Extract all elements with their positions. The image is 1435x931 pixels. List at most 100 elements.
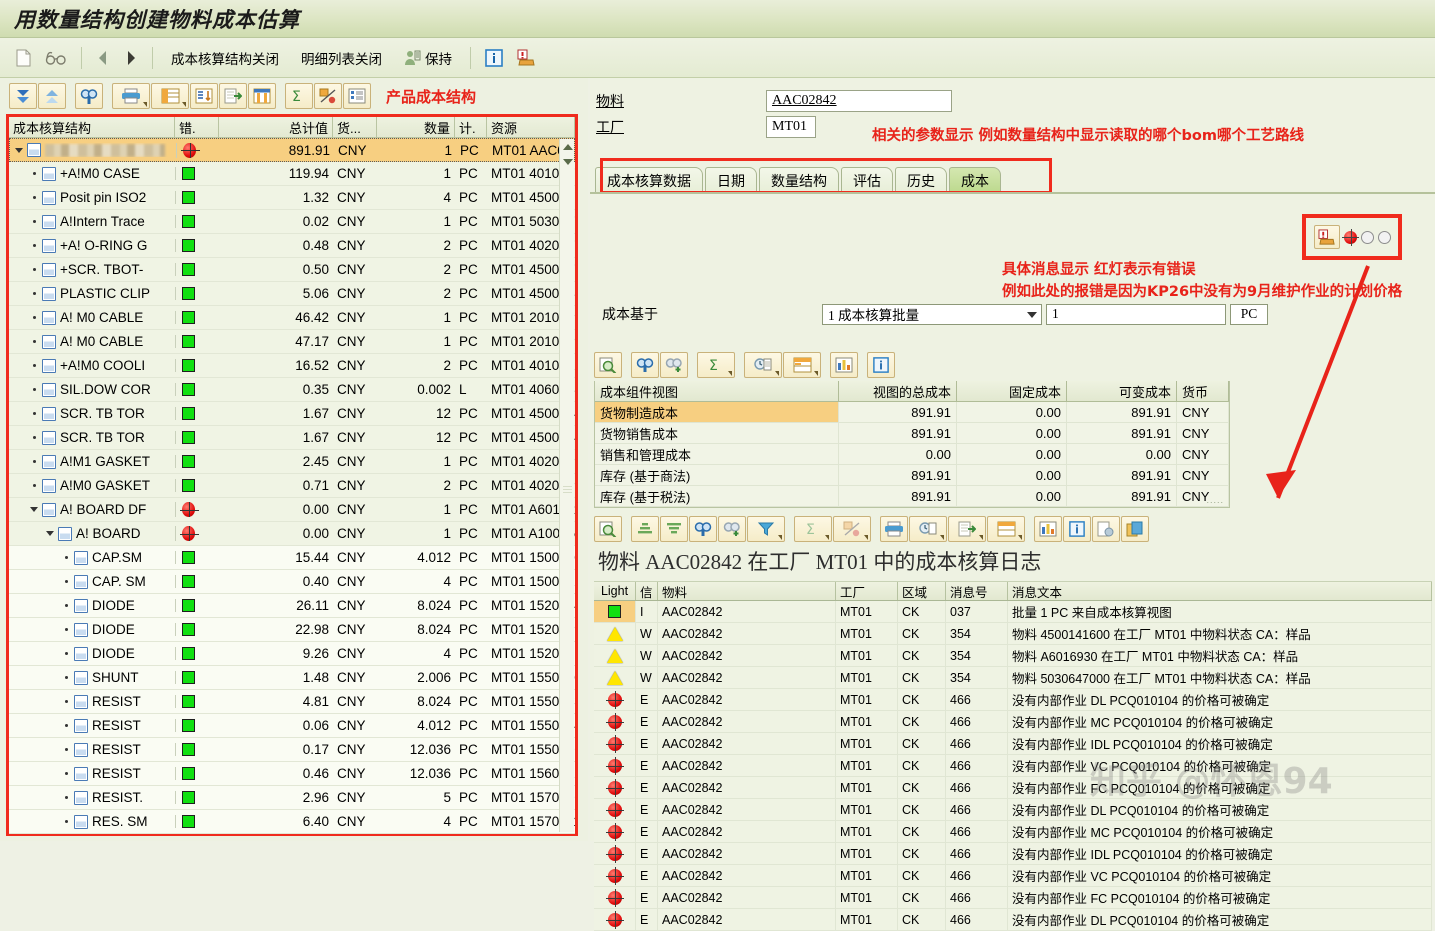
tree-node-label-cell[interactable]: RES. SM <box>9 814 175 829</box>
forward-button[interactable] <box>118 43 144 73</box>
tree-node-label-cell[interactable]: RESIST <box>9 718 175 733</box>
table-row[interactable]: E AAC02842 MT01 CK 466 没有内部作业 FC PCQ010104 的价… <box>594 887 1432 909</box>
subtotal-button[interactable] <box>744 352 782 378</box>
log-button[interactable] <box>511 43 542 73</box>
expand-collapse-icon[interactable] <box>14 145 25 156</box>
table-row[interactable]: PLASTIC CLIP5.06CNY2PCMT01 4500138400 <box>9 282 575 306</box>
table-row[interactable]: E AAC02842 MT01 CK 466 没有内部作业 DL PCQ010104 的价… <box>594 689 1432 711</box>
material-input[interactable]: AAC02842 <box>766 90 952 112</box>
layout-button[interactable] <box>987 516 1025 542</box>
column-header-quantity[interactable]: 数量 <box>377 117 455 137</box>
table-row[interactable]: CAP.SM15.44CNY4.012PCMT01 1500040400 <box>9 546 575 570</box>
tree-node-label-cell[interactable]: RESIST <box>9 694 175 709</box>
display-change-button[interactable] <box>39 43 73 73</box>
traffic-light-green[interactable] <box>1378 230 1391 244</box>
print-button[interactable] <box>112 83 150 109</box>
resize-grip[interactable]: ..... <box>1206 495 1224 505</box>
column-header-plant[interactable]: 工厂 <box>836 582 898 600</box>
column-config-button[interactable] <box>248 83 276 109</box>
column-header-structure[interactable]: 成本核算结构 <box>9 117 175 137</box>
column-header-total[interactable]: 总计值 <box>219 117 333 137</box>
table-row[interactable]: DIODE22.98CNY8.024PCMT01 1520019800 <box>9 618 575 642</box>
table-row[interactable]: 货物制造成本 891.91 0.00 891.91 CNY <box>595 402 1229 423</box>
tree-rows[interactable]: 891.91CNY1PCMT01 AAC02842+A!M0 CASE119.9… <box>9 138 575 838</box>
column-header-material[interactable]: 物料 <box>658 582 836 600</box>
column-header-currency[interactable]: 货币 <box>1177 381 1229 401</box>
tree-node-label-cell[interactable]: A!Intern Trace <box>9 214 175 229</box>
table-row[interactable]: 库存 (基于税法) 891.91 0.00 891.91 CNY <box>595 486 1229 507</box>
traffic-light-red[interactable] <box>1342 228 1359 246</box>
layout-button[interactable] <box>783 352 821 378</box>
table-row[interactable]: I AAC02842 MT01 CK 037 批量 1 PC 来自成本核算视图 <box>594 601 1432 623</box>
scroll-down-button[interactable] <box>560 154 575 169</box>
table-row[interactable]: A! M0 CABLE47.17CNY1PCMT01 2010319300 <box>9 330 575 354</box>
plant-input[interactable]: MT01 <box>766 116 816 138</box>
hold-button[interactable]: 保持 <box>394 43 462 73</box>
table-row[interactable]: A!M0 GASKET0.71CNY2PCMT01 4020159101 <box>9 474 575 498</box>
component-grid-rows[interactable]: 货物制造成本 891.91 0.00 891.91 CNY 货物销售成本 891.91 0.0… <box>595 402 1229 507</box>
table-row[interactable]: DIODE9.26CNY4PCMT01 1520021200 <box>9 642 575 666</box>
find-button[interactable] <box>689 516 717 542</box>
tree-node-label-cell[interactable]: +A!M0 CASE <box>9 166 175 181</box>
tree-node-label-cell[interactable]: RESIST. <box>9 790 175 805</box>
table-row[interactable]: CAP. SM0.40CNY4PCMT01 1500042000 <box>9 570 575 594</box>
info-button[interactable] <box>1063 516 1091 542</box>
table-row[interactable]: 891.91CNY1PCMT01 AAC02842 <box>9 138 575 162</box>
column-header-uom[interactable]: 计. <box>455 117 487 137</box>
table-row[interactable]: +SCR. TBOT-0.50CNY2PCMT01 4500137500 <box>9 258 575 282</box>
table-row[interactable]: E AAC02842 MT01 CK 466 没有内部作业 VC PCQ010104 的价… <box>594 865 1432 887</box>
table-row[interactable]: E AAC02842 MT01 CK 466 没有内部作业 IDL PCQ010104 的… <box>594 843 1432 865</box>
dropdown-arrow-icon[interactable] <box>940 535 944 540</box>
chevron-down-icon[interactable] <box>1027 311 1037 318</box>
sum-button[interactable]: Σ <box>285 83 313 109</box>
sum-button[interactable]: Σ <box>697 352 735 378</box>
table-row[interactable]: +A! O-RING G0.48CNY2PCMT01 4020177700 <box>9 234 575 258</box>
technical-info-button[interactable] <box>1092 516 1120 542</box>
costing-structure-tree[interactable]: 成本核算结构 错. 总计值 货... 数量 计. 资源 891.91 CNY 1 PC… <box>6 114 578 836</box>
export-button[interactable] <box>219 83 247 109</box>
info-button[interactable] <box>479 43 509 73</box>
table-row[interactable]: A! M0 CABLE46.42CNY1PCMT01 2010319100 <box>9 306 575 330</box>
collapse-all-button[interactable] <box>38 83 66 109</box>
tree-node-label-cell[interactable]: A! M0 CABLE <box>9 334 175 349</box>
history-button[interactable] <box>909 516 947 542</box>
dropdown-arrow-icon[interactable] <box>979 535 983 540</box>
column-header-fixed-cost[interactable]: 固定成本 <box>957 381 1067 401</box>
table-row[interactable]: A!Intern Trace0.02CNY1PCMT01 5030647000 <box>9 210 575 234</box>
dropdown-arrow-icon[interactable] <box>864 535 868 540</box>
cost-basis-select[interactable]: 1 成本核算批量 <box>822 303 1042 325</box>
column-header-message-no[interactable]: 消息号 <box>946 582 1008 600</box>
print-button[interactable] <box>880 516 908 542</box>
tree-node-label-cell[interactable]: A!M1 GASKET <box>9 454 175 469</box>
expand-collapse-icon[interactable] <box>45 528 56 539</box>
column-header-total-cost[interactable]: 视图的总成本 <box>839 381 957 401</box>
table-row[interactable]: 货物销售成本 891.91 0.00 891.91 CNY <box>595 423 1229 444</box>
export-button[interactable] <box>948 516 986 542</box>
table-row[interactable]: DIODE26.11CNY8.024PCMT01 1520014600 <box>9 594 575 618</box>
sort-button[interactable] <box>190 83 218 109</box>
table-row[interactable]: SCR. TB TOR1.67CNY12PCMT01 4500134600 <box>9 426 575 450</box>
cost-basis-quantity-input[interactable]: 1 <box>1046 303 1226 325</box>
expand-all-button[interactable] <box>9 83 37 109</box>
new-document-button[interactable] <box>10 43 37 73</box>
column-header-message-text[interactable]: 消息文本 <box>1008 582 1432 600</box>
tree-node-label-cell[interactable]: RESIST <box>9 766 175 781</box>
table-row[interactable]: 库存 (基于商法) 891.91 0.00 891.91 CNY <box>595 465 1229 486</box>
tree-node-label-cell[interactable]: +A! O-RING G <box>9 238 175 253</box>
table-row[interactable]: RESIST0.06CNY4.012PCMT01 1550034400 <box>9 714 575 738</box>
column-header-variable-cost[interactable]: 可变成本 <box>1067 381 1177 401</box>
graphic-button[interactable] <box>830 352 858 378</box>
cut-cost-button[interactable] <box>314 83 342 109</box>
table-row[interactable]: A! BOARD DF0.00CNY1PCMT01 A6014270 <box>9 498 575 522</box>
table-row[interactable]: A!M1 GASKET2.45CNY1PCMT01 4020159001 <box>9 450 575 474</box>
tree-node-label-cell[interactable]: +A!M0 COOLI <box>9 358 175 373</box>
table-row[interactable]: E AAC02842 MT01 CK 466 没有内部作业 DL PCQ010104 的价… <box>594 909 1432 931</box>
tree-node-label-cell[interactable]: +SCR. TBOT- <box>9 262 175 277</box>
tree-node-label-cell[interactable]: A! BOARD DF <box>9 502 175 517</box>
tree-node-label-cell[interactable]: A! BOARD <box>9 526 175 541</box>
tree-node-label-cell[interactable]: CAP. SM <box>9 574 175 589</box>
tree-node-label-cell[interactable]: DIODE <box>9 646 175 661</box>
find-next-button[interactable] <box>718 516 746 542</box>
column-header-component-view[interactable]: 成本组件视图 <box>595 381 839 401</box>
table-row[interactable]: RESIST0.46CNY12.036PCMT01 1560062200 <box>9 762 575 786</box>
